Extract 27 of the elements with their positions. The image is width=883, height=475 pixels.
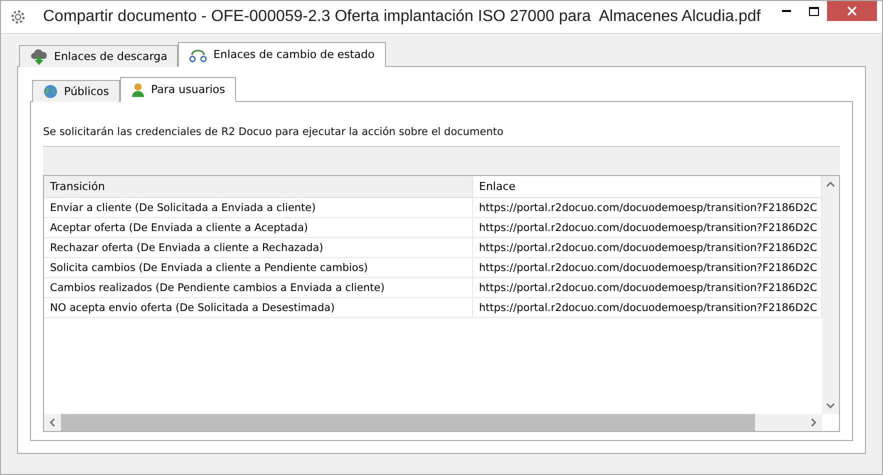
scroll-right-icon[interactable]	[809, 418, 818, 427]
table-cell: Aceptar oferta (De Enviada a cliente a Aceptada)	[44, 218, 473, 237]
table-cell: NO acepta envio oferta (De Solicitada a Desestimada)	[44, 298, 473, 317]
scroll-up-icon[interactable]	[826, 180, 835, 189]
close-button[interactable]	[827, 1, 877, 21]
close-icon	[847, 6, 857, 16]
table-cell: Rechazar oferta (De Enviada a cliente a Rechazada)	[44, 238, 473, 257]
tab[interactable]: Enlaces de descarga	[19, 45, 178, 67]
tab[interactable]: Enlaces de cambio de estado	[178, 42, 386, 67]
cloud-download-icon	[30, 48, 48, 64]
notice-text: Se solicitarán las credenciales de R2 Docuo para ejecutar la acción sobre el documento	[43, 126, 504, 138]
table-cell: Solicita cambios (De Enviada a cliente a Pendiente cambios)	[44, 258, 473, 277]
tab[interactable]: Públicos	[32, 80, 120, 102]
scroll-left-icon[interactable]	[48, 418, 57, 427]
user-icon	[131, 82, 146, 98]
table-cell: Cambios realizados (De Pendiente cambios a Enviada a cliente)	[44, 278, 473, 297]
scroll-down-icon[interactable]	[826, 401, 835, 410]
vertical-scrollbar[interactable]	[822, 176, 839, 414]
minimize-icon	[782, 10, 791, 12]
column-header[interactable]: Enlace	[473, 176, 822, 198]
tab[interactable]: Para usuarios	[120, 77, 236, 102]
table-cell: Enviar a cliente (De Solicitada a Enviada a cliente)	[44, 198, 473, 217]
column-header[interactable]: Transición	[44, 176, 473, 198]
window-title: Compartir documento - OFE-000059-2.3 Oferta implantación ISO 27000 para Almacenes Alcudia.pdf	[43, 8, 762, 26]
settings-icon[interactable]	[10, 9, 26, 25]
maximize-icon	[808, 6, 818, 16]
globe-icon	[43, 84, 58, 99]
